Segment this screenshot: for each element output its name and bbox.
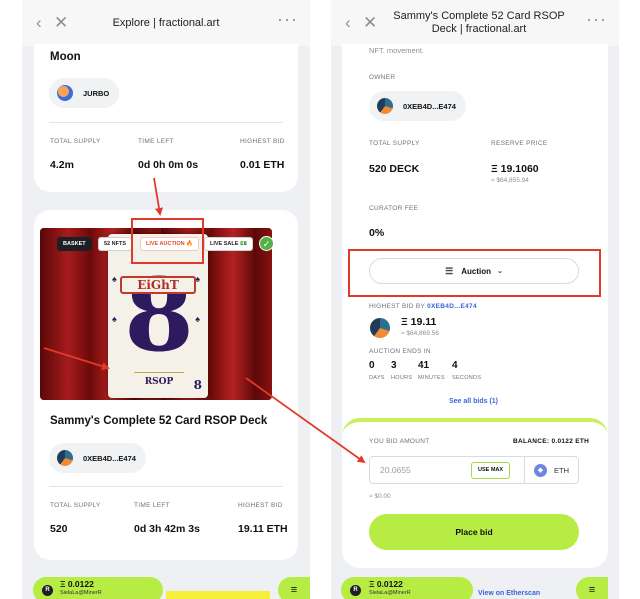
moon-owner-chip[interactable]: JURBO xyxy=(49,78,120,108)
currency-label[interactable]: ETH xyxy=(554,466,569,475)
use-max-button[interactable]: USE MAX xyxy=(471,462,511,479)
menu-icon[interactable]: ≡ xyxy=(576,577,608,599)
total-supply-value: 520 DECK xyxy=(369,163,420,175)
moon-highest-bid: HIGHEST BID 0.01 ETH xyxy=(240,138,285,171)
avatar xyxy=(57,450,73,466)
nft-highest-bid: HIGHEST BID 19.11 ETH xyxy=(238,502,288,535)
total-supply-label: TOTAL SUPPLY xyxy=(369,140,420,147)
card-brand: RSOP xyxy=(134,372,184,390)
curator-fee-value: 0% xyxy=(369,227,385,239)
moon-total-supply: TOTAL SUPPLY 4.2m xyxy=(50,138,101,171)
tag-basket: BASKET xyxy=(57,237,92,251)
nft-time-left: TIME LEFT 0d 3h 42m 3s xyxy=(134,502,200,535)
auction-ends-label: AUCTION ENDS IN xyxy=(369,348,431,355)
screenshot-stage: ‹ ✕ Explore | fractional.art ··· Moon JU… xyxy=(0,0,640,599)
more-options-icon[interactable]: ··· xyxy=(586,10,607,28)
back-icon[interactable]: ‹ xyxy=(36,14,42,32)
wallet-avatar-icon: R xyxy=(42,585,53,596)
divider xyxy=(49,486,283,487)
left-top-bar: ‹ ✕ Explore | fractional.art ··· xyxy=(22,0,310,46)
reserve-price-label: RESERVE PRICE xyxy=(491,140,548,147)
avatar xyxy=(377,98,393,114)
spade-pip-icon: ♠ xyxy=(112,314,117,324)
bidder-avatar xyxy=(370,318,390,338)
divider xyxy=(524,457,525,483)
tag-live-sale: LIVE SALE 💵 xyxy=(204,237,253,251)
more-options-icon[interactable]: ··· xyxy=(277,10,298,28)
tag-nft-count: 52 NFTS xyxy=(98,237,133,251)
bid-amount-value[interactable]: 20.0655 xyxy=(380,465,411,475)
owner-chip[interactable]: 0XEB4D...E474 xyxy=(369,91,466,121)
nft-title[interactable]: Sammy's Complete 52 Card RSOP Deck xyxy=(50,415,267,427)
countdown-days: 0 DAYS xyxy=(369,360,385,381)
see-all-bids-link[interactable]: See all bids (1) xyxy=(449,398,498,405)
description-tail: NFT. movement. xyxy=(369,46,425,55)
wallet-balance: Ξ 0.0122 xyxy=(60,579,94,589)
place-bid-button[interactable]: Place bid xyxy=(369,514,579,550)
back-icon[interactable]: ‹ xyxy=(345,14,351,32)
owner-name: JURBO xyxy=(83,88,110,98)
bid-amount-field[interactable]: 20.0655 USE MAX ◆ ETH xyxy=(369,456,579,484)
bid-amount-label: YOU BID AMOUNT xyxy=(369,438,430,445)
close-icon[interactable]: ✕ xyxy=(54,14,68,32)
highest-bid-value: Ξ 19.11 xyxy=(401,316,437,328)
close-icon[interactable]: ✕ xyxy=(363,14,377,32)
divider xyxy=(49,122,283,123)
spade-pip-icon: ♠ xyxy=(112,274,117,284)
wallet-user: SielaLa@MinerR xyxy=(369,590,411,596)
owner-label: OWNER xyxy=(369,74,396,81)
wallet-balance: Ξ 0.0122 xyxy=(369,579,403,589)
card-corner-index: 8 xyxy=(193,378,202,392)
countdown-minutes: 41 MINUTES xyxy=(418,360,445,381)
curator-fee-label: CURATOR FEE xyxy=(369,205,419,212)
annotation-box-live-auction xyxy=(131,218,204,264)
ethereum-icon: ◆ xyxy=(534,464,547,477)
owner-name: 0XEB4D...E474 xyxy=(83,453,136,463)
countdown-seconds: 4 SECONDS xyxy=(452,360,482,381)
highest-bid-usd: ≈ $64,869.56 xyxy=(401,330,439,337)
highest-bid-by: HIGHEST BID BY 0XEB4D...E474 xyxy=(369,303,477,310)
nft-owner-chip[interactable]: 0XEB4D...E474 xyxy=(49,443,146,473)
verified-check-icon: ✓ xyxy=(259,236,274,251)
wallet-user: SielaLa@MinerR xyxy=(60,590,102,596)
wallet-balance-label: BALANCE: 0.0122 ETH xyxy=(513,438,590,445)
card-banner: EiGhT xyxy=(120,276,196,294)
nft-total-supply: TOTAL SUPPLY 520 xyxy=(50,502,101,535)
annotation-box-auction xyxy=(348,249,601,297)
avatar xyxy=(57,85,73,101)
menu-icon[interactable]: ≡ xyxy=(278,577,310,599)
view-on-etherscan-link[interactable]: View on Etherscan xyxy=(478,590,540,597)
reserve-price-value: Ξ 19.1060 xyxy=(491,163,539,175)
countdown-hours: 3 HOURS xyxy=(391,360,413,381)
bid-usd-value: ≈ $0.00 xyxy=(369,493,391,500)
owner-name: 0XEB4D...E474 xyxy=(403,101,456,111)
moon-title: Moon xyxy=(50,51,81,63)
reserve-price-usd: ≈ $64,855.94 xyxy=(491,177,529,184)
spade-pip-icon: ♠ xyxy=(195,314,200,324)
right-top-bar: ‹ ✕ Sammy's Complete 52 Card RSOP Deck |… xyxy=(331,0,619,46)
wallet-avatar-icon: R xyxy=(350,585,361,596)
moon-time-left: TIME LEFT 0d 0h 0m 0s xyxy=(138,138,199,171)
highest-bidder-link[interactable]: 0XEB4D...E474 xyxy=(427,303,477,310)
next-card-edge xyxy=(166,591,270,599)
